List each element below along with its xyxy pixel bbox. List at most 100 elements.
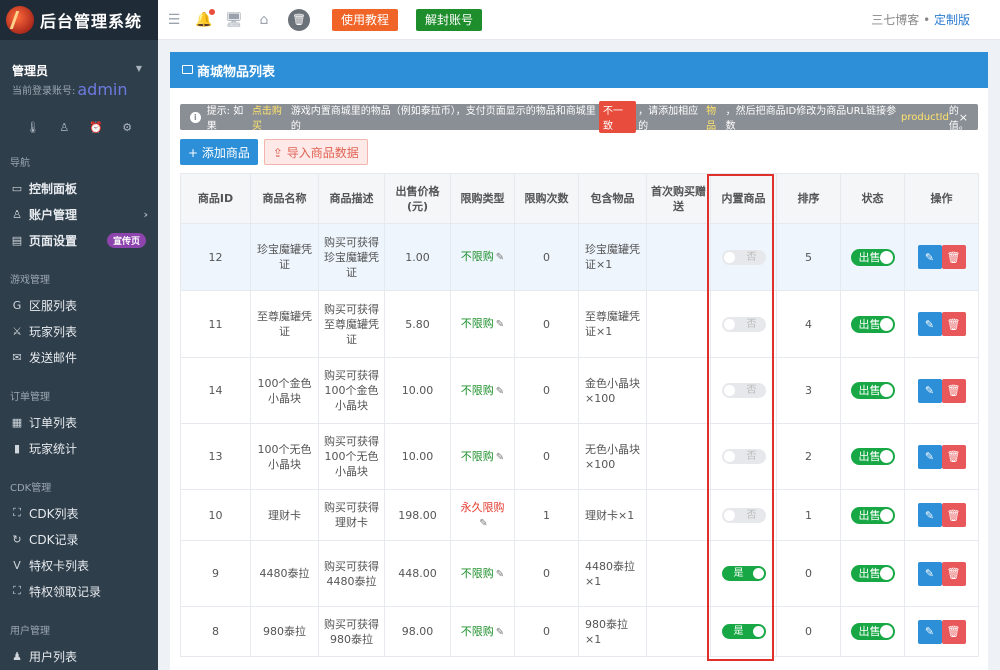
limit-type-value[interactable]: 不限购 xyxy=(461,567,494,580)
edit-icon[interactable]: ✎ xyxy=(917,444,942,469)
sidebar-item[interactable]: ⚔ 玩家列表 xyxy=(0,318,158,344)
edit-icon[interactable]: ✎ xyxy=(917,561,942,586)
edit-icon[interactable]: ✎ xyxy=(917,378,942,403)
table-row: 8 980泰拉 购买可获得980泰拉 98.00 不限购 ✎ 0 980泰拉×1 是 0 出售 ✎ 🗑 xyxy=(180,606,979,657)
sidebar-item[interactable]: V 特权卡列表 xyxy=(0,552,158,578)
edit-icon[interactable]: ✎ xyxy=(917,619,942,644)
cell-id: 10 xyxy=(180,489,251,541)
cell-id: 13 xyxy=(180,423,251,490)
delete-icon[interactable]: 🗑 xyxy=(941,312,966,336)
pencil-icon[interactable]: ✎ xyxy=(496,627,504,638)
user-role[interactable]: 管理员 xyxy=(12,62,146,79)
cell-id: 8 xyxy=(180,606,251,657)
status-toggle[interactable]: 出售 xyxy=(850,448,895,465)
builtin-toggle[interactable]: 否 xyxy=(721,249,766,265)
pencil-icon[interactable]: ✎ xyxy=(496,319,504,330)
status-toggle[interactable]: 出售 xyxy=(850,623,895,640)
status-toggle[interactable]: 出售 xyxy=(850,382,895,399)
cell-items: 金色小晶块×100 xyxy=(578,357,647,424)
builtin-toggle[interactable]: 否 xyxy=(721,383,766,399)
status-toggle[interactable]: 出售 xyxy=(850,248,895,266)
toggle-knob xyxy=(723,251,735,263)
sidebar-item[interactable]: ↻ CDK记录 xyxy=(0,526,158,552)
delete-icon[interactable]: 🗑 xyxy=(941,245,966,269)
sidebar-item[interactable]: ♙ 账户管理 › xyxy=(0,201,158,227)
limit-type-value[interactable]: 不限购 xyxy=(461,384,494,397)
alarm-icon[interactable]: ⏰ xyxy=(89,121,103,134)
pencil-icon[interactable]: ✎ xyxy=(496,452,504,463)
sidebar-item[interactable]: ♟ 用户列表 xyxy=(0,643,158,669)
unban-account-button[interactable]: 解封账号 xyxy=(416,8,483,31)
pencil-icon[interactable]: ✎ xyxy=(496,569,504,580)
tutorial-button[interactable]: 使用教程 xyxy=(332,8,399,31)
close-icon[interactable]: × xyxy=(959,111,968,124)
pencil-icon[interactable]: ✎ xyxy=(496,386,504,397)
builtin-toggle[interactable]: 是 xyxy=(721,566,766,582)
monitor-icon[interactable]: 🖥 xyxy=(225,12,243,28)
custom-edition-link[interactable]: 定制版 xyxy=(934,13,970,27)
brand-name[interactable]: 三七博客 xyxy=(871,13,919,27)
delete-icon[interactable]: 🗑 xyxy=(941,561,966,586)
column-header: 商品名称 xyxy=(250,173,319,224)
delete-icon[interactable]: 🗑 xyxy=(941,503,966,527)
toggle-knob xyxy=(879,317,893,331)
home-icon[interactable]: ⌂ xyxy=(256,12,272,28)
clear-cache-icon[interactable]: 🗑 xyxy=(288,8,310,31)
limit-type-value[interactable]: 永久限购 xyxy=(461,501,505,514)
sidebar-item-label: 账户管理 xyxy=(29,207,78,222)
cell-operations: ✎ 🗑 xyxy=(904,540,979,607)
status-toggle[interactable]: 出售 xyxy=(850,315,895,333)
pencil-icon[interactable]: ✎ xyxy=(496,252,504,263)
cell-desc: 购买可获得理财卡 xyxy=(318,489,385,541)
clipboard-icon: ▦ xyxy=(11,415,23,429)
cell-items: 至尊魔罐凭证×1 xyxy=(578,290,647,358)
limit-type-value[interactable]: 不限购 xyxy=(461,317,494,330)
gear-icon[interactable]: ⚙ xyxy=(122,121,132,134)
status-toggle[interactable]: 出售 xyxy=(850,506,895,524)
delete-icon[interactable]: 🗑 xyxy=(941,444,966,469)
delete-icon[interactable]: 🗑 xyxy=(941,378,966,403)
bell-icon[interactable]: 🔔 xyxy=(195,8,215,28)
cell-sort: 1 xyxy=(776,489,841,541)
user-panel: 管理员 ▼ 当前登录账号: admin 🌡 ♙ ⏰ ⚙ xyxy=(0,40,158,140)
builtin-toggle[interactable]: 是 xyxy=(721,624,766,640)
sidebar-item[interactable]: G 区服列表 xyxy=(0,292,158,318)
sidebar-item[interactable]: ⛶ 特权领取记录 xyxy=(0,578,158,604)
delete-icon[interactable]: 🗑 xyxy=(941,619,966,644)
toggle-label: 是 xyxy=(733,626,744,638)
edit-icon[interactable]: ✎ xyxy=(917,312,942,336)
app-logo[interactable]: 后台管理系统 xyxy=(0,0,158,40)
sidebar-item[interactable]: ▮ 玩家统计 xyxy=(0,435,158,461)
status-label: 出售 xyxy=(858,625,881,638)
sidebar-item[interactable]: ▦ 订单列表 xyxy=(0,409,158,435)
limit-type-value[interactable]: 不限购 xyxy=(461,250,494,263)
sidebar-item[interactable]: ▭ 控制面板 xyxy=(0,175,158,201)
cell-limit-count: 0 xyxy=(514,423,579,490)
cell-builtin: 否 xyxy=(710,290,777,358)
status-label: 出售 xyxy=(858,450,881,463)
cell-status: 出售 xyxy=(840,423,905,490)
builtin-toggle[interactable]: 否 xyxy=(721,316,766,332)
cell-builtin: 是 xyxy=(710,540,777,607)
tip-badge-mismatch: 不一致 xyxy=(598,101,637,133)
builtin-toggle[interactable]: 否 xyxy=(721,507,766,523)
import-items-button[interactable]: ⇪ 导入商品数据 xyxy=(263,139,368,165)
thermometer-icon[interactable]: 🌡 xyxy=(26,121,40,134)
cell-limit-type: 永久限购 ✎ xyxy=(450,489,515,541)
add-item-button[interactable]: + 添加商品 xyxy=(180,139,258,165)
limit-type-value[interactable]: 不限购 xyxy=(461,625,494,638)
pencil-icon[interactable]: ✎ xyxy=(479,518,487,529)
notification-dot xyxy=(209,8,215,15)
user-icon[interactable]: ♙ xyxy=(59,121,69,134)
edit-icon[interactable]: ✎ xyxy=(917,245,942,269)
cell-status: 出售 xyxy=(840,290,905,358)
menu-toggle-icon[interactable]: ☰ xyxy=(166,12,182,28)
sidebar-item[interactable]: ▤ 页面设置 宣传页 xyxy=(0,227,158,253)
sidebar-item[interactable]: ⛶ CDK列表 xyxy=(0,500,158,526)
status-toggle[interactable]: 出售 xyxy=(850,565,895,582)
limit-type-value[interactable]: 不限购 xyxy=(461,450,494,463)
chevron-down-icon[interactable]: ▼ xyxy=(136,64,142,73)
sidebar-item[interactable]: ✉ 发送邮件 xyxy=(0,344,158,370)
builtin-toggle[interactable]: 否 xyxy=(721,449,766,465)
edit-icon[interactable]: ✎ xyxy=(917,503,942,527)
